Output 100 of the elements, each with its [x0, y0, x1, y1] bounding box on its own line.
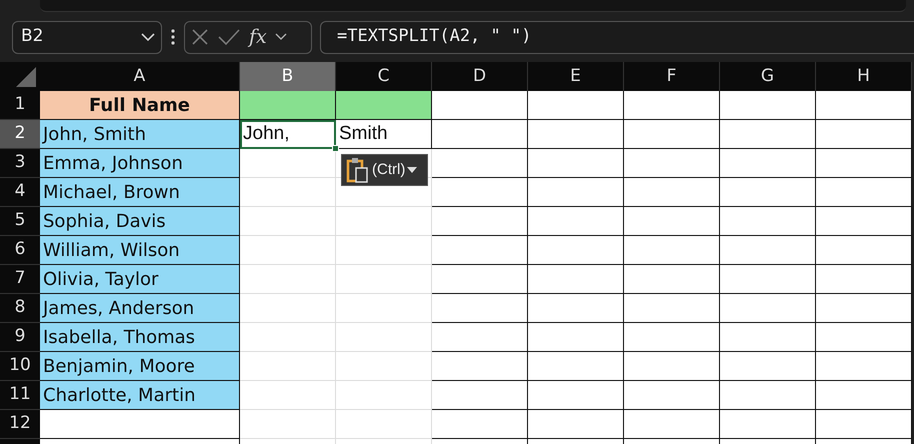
table-cell[interactable] — [816, 178, 912, 207]
table-cell[interactable] — [528, 91, 624, 120]
paste-options-menu[interactable]: (Ctrl) — [341, 154, 428, 186]
table-cell[interactable] — [40, 410, 240, 439]
table-cell[interactable] — [432, 352, 528, 381]
table-cell[interactable] — [720, 323, 816, 352]
table-cell[interactable]: Full Name — [40, 91, 240, 120]
table-cell[interactable] — [528, 294, 624, 323]
table-cell[interactable] — [720, 178, 816, 207]
table-cell[interactable] — [624, 265, 720, 294]
table-cell[interactable] — [528, 352, 624, 381]
table-cell[interactable]: James, Anderson — [40, 294, 240, 323]
table-cell[interactable] — [528, 236, 624, 265]
table-cell[interactable] — [720, 294, 816, 323]
table-cell[interactable] — [816, 236, 912, 265]
table-cell[interactable] — [528, 265, 624, 294]
table-cell[interactable] — [528, 381, 624, 410]
name-box[interactable]: B2 — [12, 20, 162, 54]
row-header[interactable]: 6 — [0, 236, 40, 265]
table-cell[interactable]: Isabella, Thomas — [40, 323, 240, 352]
table-cell[interactable] — [720, 149, 816, 178]
column-header[interactable]: C — [336, 62, 432, 91]
table-cell[interactable] — [624, 381, 720, 410]
table-cell[interactable] — [624, 207, 720, 236]
table-cell[interactable] — [720, 410, 816, 439]
table-cell[interactable] — [624, 91, 720, 120]
insert-function-button[interactable]: fx — [249, 22, 267, 52]
table-cell[interactable]: Smith — [336, 120, 432, 149]
table-cell[interactable] — [528, 207, 624, 236]
row-header[interactable]: 10 — [0, 352, 40, 381]
table-cell[interactable] — [336, 91, 432, 120]
table-cell[interactable] — [432, 149, 528, 178]
table-cell[interactable] — [528, 178, 624, 207]
table-cell[interactable] — [816, 91, 912, 120]
row-header[interactable]: 2 — [0, 120, 40, 149]
table-cell[interactable] — [816, 352, 912, 381]
table-cell[interactable] — [720, 207, 816, 236]
table-cell[interactable]: Michael, Brown — [40, 178, 240, 207]
table-cell[interactable] — [240, 91, 336, 120]
table-cell[interactable]: Benjamin, Moore — [40, 352, 240, 381]
table-cell[interactable] — [432, 381, 528, 410]
table-cell[interactable] — [432, 91, 528, 120]
table-cell[interactable] — [432, 294, 528, 323]
table-cell[interactable] — [816, 410, 912, 439]
table-cell[interactable] — [624, 410, 720, 439]
fill-handle[interactable] — [332, 145, 339, 152]
table-cell[interactable]: John, — [240, 120, 336, 149]
row-header[interactable]: 4 — [0, 178, 40, 207]
select-all-icon[interactable] — [16, 67, 36, 87]
row-header[interactable]: 9 — [0, 323, 40, 352]
more-options-icon[interactable] — [170, 28, 176, 46]
row-header[interactable]: 8 — [0, 294, 40, 323]
table-cell[interactable]: Emma, Johnson — [40, 149, 240, 178]
row-header[interactable]: 11 — [0, 381, 40, 410]
table-cell[interactable] — [720, 381, 816, 410]
table-cell[interactable] — [816, 265, 912, 294]
table-cell[interactable]: Olivia, Taylor — [40, 265, 240, 294]
chevron-down-icon[interactable] — [274, 33, 287, 41]
table-cell[interactable] — [816, 149, 912, 178]
table-cell[interactable]: Charlotte, Martin — [40, 381, 240, 410]
table-cell[interactable] — [624, 294, 720, 323]
table-cell[interactable] — [432, 207, 528, 236]
column-header[interactable]: A — [40, 62, 240, 91]
column-header[interactable]: B — [240, 62, 336, 91]
table-cell[interactable] — [528, 410, 624, 439]
column-header[interactable]: E — [528, 62, 624, 91]
table-cell[interactable] — [816, 381, 912, 410]
table-cell[interactable] — [432, 323, 528, 352]
row-header[interactable]: 12 — [0, 410, 40, 439]
table-cell[interactable] — [624, 323, 720, 352]
row-header[interactable]: 7 — [0, 265, 40, 294]
column-header[interactable]: D — [432, 62, 528, 91]
column-header[interactable]: G — [720, 62, 816, 91]
row-header[interactable]: 3 — [0, 149, 40, 178]
formula-field[interactable]: =TEXTSPLIT(A2, " ") — [320, 20, 914, 54]
table-cell[interactable]: Sophia, Davis — [40, 207, 240, 236]
table-cell[interactable] — [624, 120, 720, 149]
table-cell[interactable] — [624, 149, 720, 178]
table-cell[interactable] — [720, 91, 816, 120]
row-header[interactable]: 5 — [0, 207, 40, 236]
table-cell[interactable] — [432, 236, 528, 265]
table-cell[interactable] — [432, 265, 528, 294]
table-cell[interactable] — [720, 120, 816, 149]
check-icon[interactable] — [217, 28, 241, 46]
table-cell[interactable] — [528, 149, 624, 178]
table-cell[interactable] — [816, 323, 912, 352]
table-cell[interactable] — [432, 120, 528, 149]
table-cell[interactable] — [720, 265, 816, 294]
table-cell[interactable] — [432, 410, 528, 439]
cancel-icon[interactable] — [191, 28, 209, 46]
table-cell[interactable] — [720, 352, 816, 381]
table-cell[interactable]: John, Smith — [40, 120, 240, 149]
table-cell[interactable] — [528, 323, 624, 352]
table-cell[interactable]: William, Wilson — [40, 236, 240, 265]
table-cell[interactable] — [624, 236, 720, 265]
table-cell[interactable] — [432, 178, 528, 207]
table-cell[interactable] — [624, 352, 720, 381]
row-header[interactable]: 1 — [0, 91, 40, 120]
table-cell[interactable] — [816, 207, 912, 236]
table-cell[interactable] — [816, 120, 912, 149]
